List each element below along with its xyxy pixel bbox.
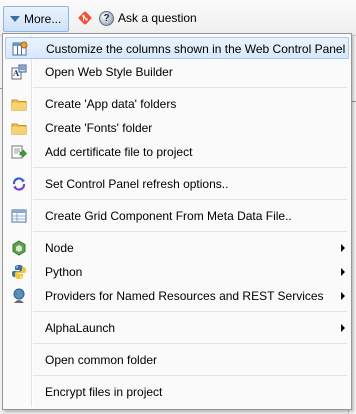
menu-item-label: Encrypt files in project bbox=[45, 385, 163, 399]
menu-item-label: Create 'Fonts' folder bbox=[45, 121, 153, 135]
git-icon[interactable] bbox=[78, 11, 92, 25]
submenu-arrow-icon bbox=[341, 324, 345, 332]
globe-person-icon bbox=[13, 288, 25, 303]
folder-icon bbox=[11, 123, 27, 135]
toolbar: More... ? Ask a question bbox=[0, 0, 356, 36]
menu-item-label: Python bbox=[45, 265, 83, 279]
more-button-label: More... bbox=[24, 12, 62, 26]
menu-separator bbox=[33, 87, 347, 88]
columns-settings-icon bbox=[12, 41, 28, 56]
menu-item-label: Open Web Style Builder bbox=[45, 65, 173, 79]
menu-item-label: Customize the columns shown in the Web C… bbox=[46, 42, 346, 56]
ask-question-button[interactable]: ? Ask a question bbox=[99, 8, 197, 28]
more-button[interactable]: More... bbox=[3, 6, 69, 32]
style-builder-icon: A bbox=[11, 64, 27, 80]
menu-separator bbox=[33, 375, 347, 376]
grid-icon bbox=[11, 209, 27, 223]
certificate-add-icon bbox=[11, 145, 27, 159]
menu-item-python[interactable]: Python bbox=[5, 261, 349, 283]
dropdown-arrow-icon bbox=[10, 16, 20, 22]
menu-item-label: Create Grid Component From Meta Data Fil… bbox=[45, 209, 292, 223]
python-icon bbox=[12, 265, 26, 279]
refresh-icon bbox=[12, 177, 26, 191]
menu-item-encrypt-files[interactable]: Encrypt files in project bbox=[5, 381, 349, 403]
menu-item-create-fonts-folder[interactable]: Create 'Fonts' folder bbox=[5, 117, 349, 139]
menu-item-add-certificate[interactable]: Add certificate file to project bbox=[5, 141, 349, 163]
menu-item-open-common-folder[interactable]: Open common folder bbox=[5, 349, 349, 371]
menu-item-label: Add certificate file to project bbox=[45, 145, 193, 159]
ask-question-label: Ask a question bbox=[118, 11, 197, 25]
menu-item-web-style-builder[interactable]: A Open Web Style Builder bbox=[5, 61, 349, 83]
menu-separator bbox=[33, 167, 347, 168]
folder-icon bbox=[11, 99, 27, 111]
submenu-arrow-icon bbox=[341, 268, 345, 276]
menu-item-create-grid-component[interactable]: Create Grid Component From Meta Data Fil… bbox=[5, 205, 349, 227]
menu-item-label: Create 'App data' folders bbox=[45, 97, 177, 111]
menu-item-alphalaunch[interactable]: AlphaLaunch bbox=[5, 317, 349, 339]
menu-separator bbox=[33, 343, 347, 344]
menu-item-refresh-options[interactable]: Set Control Panel refresh options.. bbox=[5, 173, 349, 195]
more-dropdown-menu: Customize the columns shown in the Web C… bbox=[2, 33, 352, 410]
submenu-arrow-icon bbox=[341, 292, 345, 300]
menu-item-node[interactable]: Node bbox=[5, 237, 349, 259]
menu-item-providers-named-resources[interactable]: Providers for Named Resources and REST S… bbox=[5, 285, 349, 307]
menu-separator bbox=[33, 231, 347, 232]
menu-item-label: Providers for Named Resources and REST S… bbox=[45, 289, 324, 303]
menu-item-create-app-data-folders[interactable]: Create 'App data' folders bbox=[5, 93, 349, 115]
menu-item-label: AlphaLaunch bbox=[45, 321, 116, 335]
menu-item-label: Set Control Panel refresh options.. bbox=[45, 177, 229, 191]
menu-separator bbox=[33, 311, 347, 312]
help-icon: ? bbox=[99, 10, 114, 26]
nodejs-icon bbox=[12, 240, 26, 256]
menu-item-label: Node bbox=[45, 241, 74, 255]
menu-item-customize-columns[interactable]: Customize the columns shown in the Web C… bbox=[5, 37, 349, 59]
menu-separator bbox=[33, 199, 347, 200]
menu-item-label: Open common folder bbox=[45, 353, 158, 367]
submenu-arrow-icon bbox=[341, 244, 345, 252]
